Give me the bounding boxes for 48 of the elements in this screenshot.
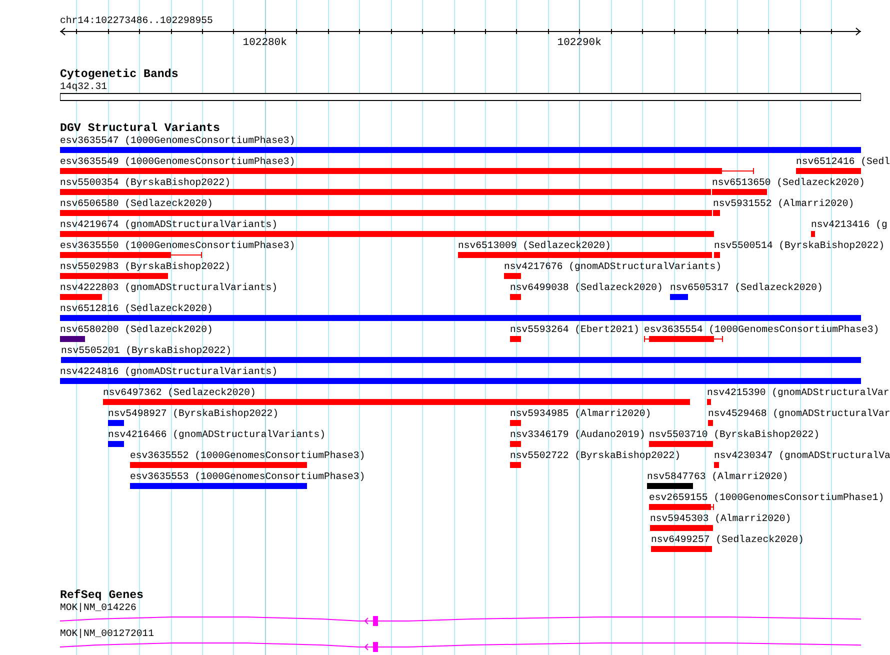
variant-label: nsv6506580 (Sedlazeck2020) [60, 198, 213, 210]
variant-label: nsv4217676 (gnomADStructuralVariants) [504, 261, 722, 273]
variant-label: esv2659155 (1000GenomesConsortiumPhase1) [649, 492, 884, 504]
variant-label: nsv5502983 (ByrskaBishop2022) [60, 261, 230, 273]
tick-label: 102280k [242, 37, 287, 49]
variant-label: nsv5593264 (Ebert2021) [510, 324, 640, 336]
variant-label: esv3635547 (1000GenomesConsortiumPhase3) [60, 135, 296, 147]
variant-label: nsv4222803 (gnomADStructuralVariants) [60, 282, 278, 294]
variant-label: nsv6513650 (Sedlazeck2020) [712, 177, 865, 189]
track-title: RefSeq Genes [60, 590, 144, 602]
variant-label: esv3635552 (1000GenomesConsortiumPhase3) [130, 450, 366, 462]
variant-label: nsv4215390 (gnomADStructuralVar [707, 387, 890, 399]
variant-label: nsv5502722 (ByrskaBishop2022) [510, 450, 680, 462]
variant-label: nsv4529468 (gnomADStructuralVar [708, 408, 890, 420]
tick-label: 102290k [557, 37, 602, 49]
variant-label: nsv6512816 (Sedlazeck2020) [60, 303, 213, 315]
location-label: chr14:102273486..102298955 [60, 14, 214, 27]
variant-label: nsv4216466 (gnomADStructuralVariants) [108, 429, 326, 441]
variant-label: nsv5847763 (Almarri2020) [647, 471, 788, 483]
variant-label: nsv6512416 (Sedl [796, 156, 890, 168]
variant-label: nsv5505201 (ByrskaBishop2022) [61, 345, 232, 357]
track-title: Cytogenetic Bands [60, 68, 180, 81]
variant-label: nsv5500514 (ByrskaBishop2022) [714, 240, 884, 252]
variant-label: nsv3346179 (Audano2019) [510, 429, 646, 441]
track-title: DGV Structural Variants [60, 122, 222, 135]
variant-label: nsv4230347 (gnomADStructuralVa [714, 450, 890, 462]
variant-label: nsv5934985 (Almarri2020) [510, 408, 652, 420]
gene-label: MOK|NM_014226 [60, 602, 138, 614]
variant-label: nsv4213416 (g [811, 219, 888, 231]
variant-label: nsv6505317 (Sedlazeck2020) [670, 282, 823, 294]
variant-label: nsv5500354 (ByrskaBishop2022) [60, 177, 230, 189]
variant-label: nsv6513009 (Sedlazeck2020) [458, 240, 611, 252]
band-label: 14q32.31 [60, 81, 108, 93]
variant-label: nsv4224816 (gnomADStructuralVariants) [60, 366, 278, 378]
variant-label: nsv5503710 (ByrskaBishop2022) [649, 429, 820, 441]
variant-label: esv3635550 (1000GenomesConsortiumPhase3) [60, 240, 296, 252]
variant-label: nsv6499038 (Sedlazeck2020) [510, 282, 663, 294]
variant-label: esv3635553 (1000GenomesConsortiumPhase3) [130, 471, 366, 483]
variant-label: nsv6580200 (Sedlazeck2020) [60, 324, 213, 336]
variant-label: nsv6497362 (Sedlazeck2020) [103, 387, 256, 399]
variant-label: esv3635554 (1000GenomesConsortiumPhase3) [644, 324, 880, 336]
variant-label: nsv4219674 (gnomADStructuralVariants) [60, 219, 278, 231]
variant-label: nsv6499257 (Sedlazeck2020) [651, 534, 804, 546]
variant-label: nsv5945303 (Almarri2020) [650, 513, 792, 525]
variant-label: nsv5931552 (Almarri2020) [713, 198, 854, 210]
variant-label: nsv5498927 (ByrskaBishop2022) [108, 408, 278, 420]
variant-label: esv3635549 (1000GenomesConsortiumPhase3) [60, 156, 296, 168]
gene-label: MOK|NM_001272011 [60, 628, 156, 640]
